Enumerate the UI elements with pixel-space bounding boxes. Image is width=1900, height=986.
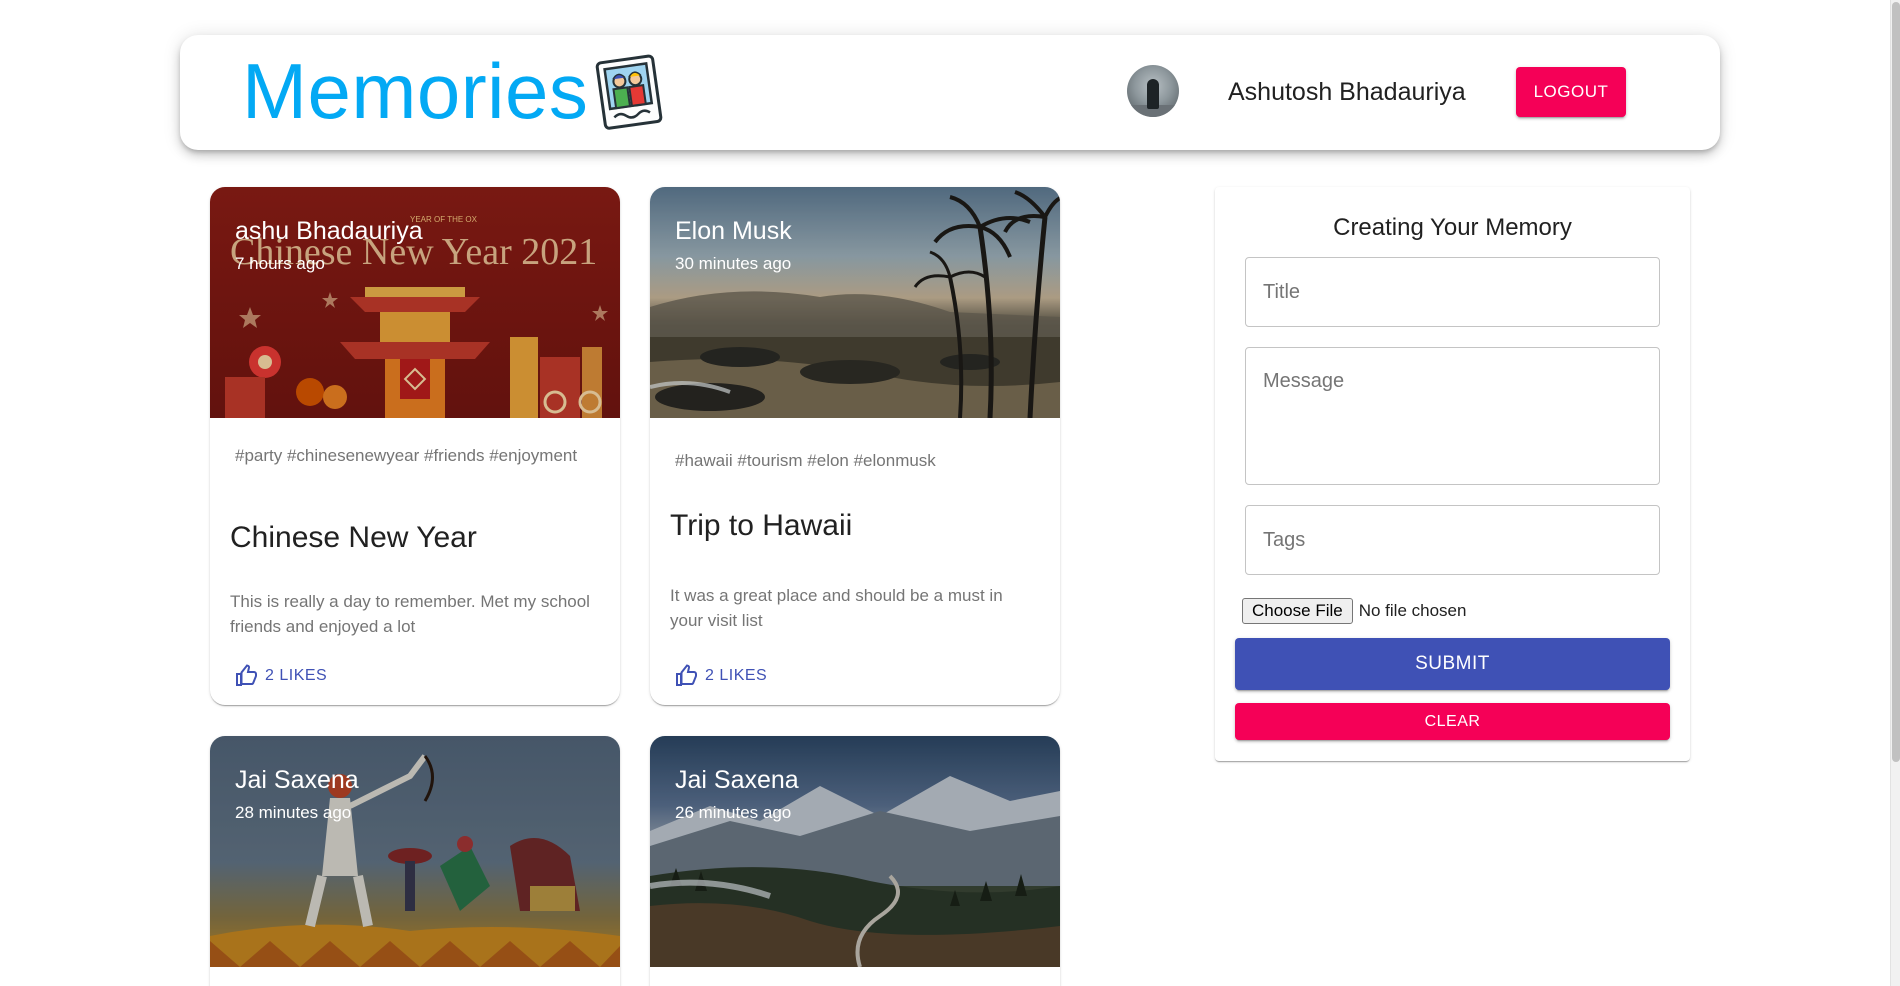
message-input[interactable] — [1245, 347, 1660, 485]
app-bar: Memories Ashutosh Bhadauriya LOGOUT — [180, 35, 1720, 150]
title-input[interactable] — [1245, 257, 1660, 327]
post-time: 30 minutes ago — [675, 254, 792, 273]
avatar[interactable] — [1127, 65, 1179, 117]
post-card: YEAR OF THE OX Chinese New Year 2021 ash… — [210, 187, 620, 705]
user-name: Ashutosh Bhadauriya — [1228, 78, 1466, 106]
post-time: 7 hours ago — [235, 254, 325, 273]
post-tags: #party #chinesenewyear #friends #enjoyme… — [235, 446, 578, 465]
post-message: It was a great place and should be a mus… — [670, 586, 1003, 630]
post-card: Jai Saxena 26 minutes ago — [650, 736, 1060, 986]
post-author: ashu Bhadauriya — [235, 217, 423, 245]
choose-file-button[interactable]: Choose File — [1242, 598, 1353, 624]
like-button[interactable]: 2 LIKES — [235, 664, 327, 688]
post-image: Elon Musk 30 minutes ago — [650, 187, 1060, 418]
post-tags: #hawaii #tourism #elon #elonmusk — [675, 451, 936, 470]
clear-button[interactable]: CLEAR — [1235, 703, 1670, 740]
post-title: Trip to Hawaii — [670, 509, 853, 542]
post-image: Jai Saxena 26 minutes ago — [650, 736, 1060, 967]
post-author: Elon Musk — [675, 217, 792, 245]
likes-count: 2 LIKES — [705, 667, 768, 684]
create-memory-form: Creating Your Memory Choose File No file… — [1215, 187, 1690, 761]
like-button[interactable]: 2 LIKES — [675, 664, 767, 688]
submit-button[interactable]: SUBMIT — [1235, 638, 1670, 690]
post-card: Jai Saxena 28 minutes ago — [210, 736, 620, 986]
form-heading: Creating Your Memory — [1333, 214, 1572, 241]
thumb-up-icon — [676, 664, 697, 686]
file-picker: Choose File No file chosen — [1242, 598, 1466, 624]
post-time: 28 minutes ago — [235, 803, 352, 822]
post-message: This is really a day to remember. Met my… — [230, 592, 590, 636]
thumb-up-icon — [236, 664, 257, 686]
likes-count: 2 LIKES — [265, 667, 328, 684]
post-image: YEAR OF THE OX Chinese New Year 2021 ash… — [210, 187, 620, 418]
post-author: Jai Saxena — [235, 766, 359, 794]
file-status: No file chosen — [1358, 601, 1467, 620]
photo-memories-icon — [595, 54, 663, 130]
post-title: Chinese New Year — [230, 521, 477, 554]
logout-button[interactable]: LOGOUT — [1516, 67, 1626, 117]
app-title[interactable]: Memories — [242, 48, 588, 135]
post-author: Jai Saxena — [675, 766, 799, 794]
post-time: 26 minutes ago — [675, 803, 792, 822]
post-image: Jai Saxena 28 minutes ago — [210, 736, 620, 967]
post-card: Elon Musk 30 minutes ago #hawaii #touris… — [650, 187, 1060, 705]
page-scrollbar[interactable] — [1890, 0, 1900, 986]
tags-input[interactable] — [1245, 505, 1660, 575]
scrollbar-thumb[interactable] — [1892, 2, 1900, 762]
